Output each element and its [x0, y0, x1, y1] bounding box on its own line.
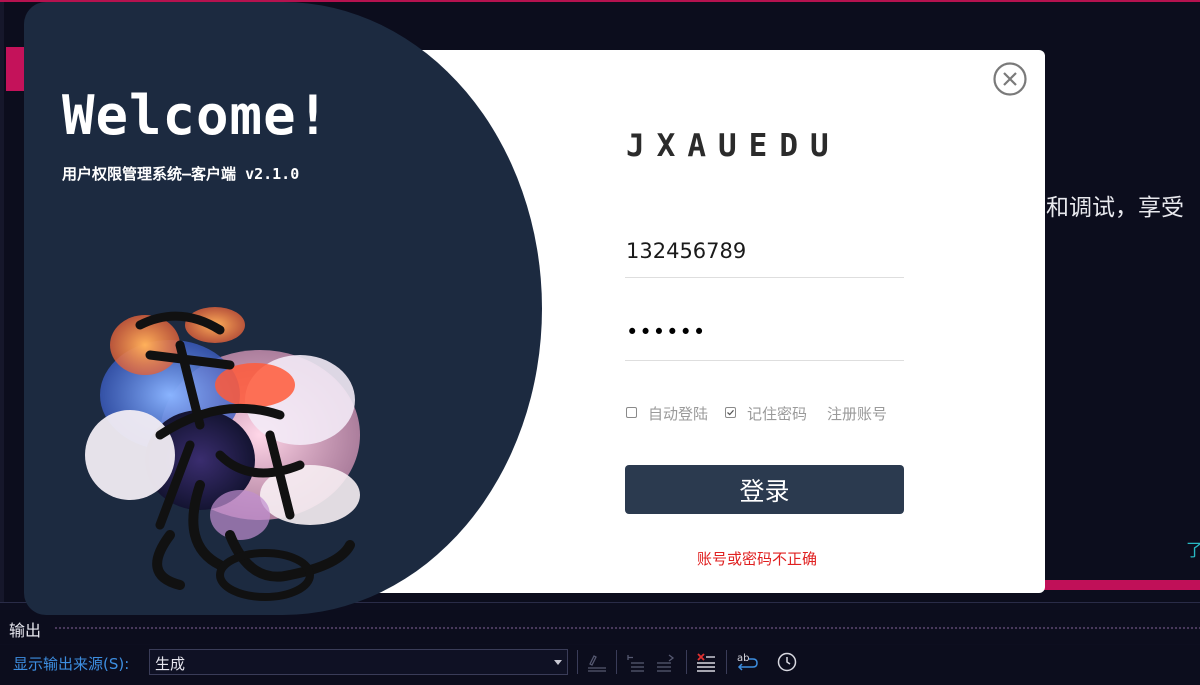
check-icon — [727, 409, 734, 416]
output-panel-title: 输出 — [9, 621, 42, 640]
previous-message-icon[interactable] — [624, 650, 648, 674]
next-message-icon[interactable] — [653, 650, 677, 674]
password-field[interactable]: •••••• — [626, 320, 902, 352]
svg-text:ab: ab — [737, 653, 749, 664]
output-panel-grip[interactable] — [54, 626, 1200, 630]
find-in-output-icon[interactable] — [585, 650, 609, 674]
brand-title: JXAUEDU — [626, 128, 841, 164]
timestamp-icon[interactable] — [775, 650, 799, 674]
toolbar-separator — [686, 650, 687, 674]
login-button[interactable]: 登录 — [625, 465, 904, 514]
remember-password-label[interactable]: 记住密码 — [747, 403, 807, 424]
clear-all-icon[interactable] — [694, 650, 718, 674]
remember-password-checkbox[interactable] — [725, 407, 736, 418]
toolbar-separator — [577, 650, 578, 674]
ide-welcome-text: 和调试，享受 — [1046, 195, 1184, 221]
app-subtitle: 用户权限管理系统—客户端 v2.1.0 — [62, 165, 300, 183]
output-source-label: 显示输出来源(S): — [13, 655, 130, 673]
ide-accent-bar — [1040, 580, 1200, 590]
auto-login-label[interactable]: 自动登陆 — [648, 403, 708, 424]
toolbar-separator — [726, 650, 727, 674]
toolbar-separator — [616, 650, 617, 674]
username-field[interactable] — [626, 236, 902, 266]
auto-login-checkbox[interactable] — [626, 407, 637, 418]
word-wrap-icon[interactable]: ab — [735, 650, 759, 674]
welcome-title: Welcome! — [62, 84, 331, 147]
ide-link[interactable]: 了 — [1186, 536, 1200, 561]
dream-calligraphy-artwork — [85, 307, 360, 601]
username-underline — [625, 277, 904, 278]
register-link[interactable]: 注册账号 — [827, 403, 887, 424]
output-source-value: 生成 — [155, 655, 186, 673]
close-icon — [993, 62, 1027, 96]
chevron-down-icon — [554, 660, 562, 665]
close-button[interactable] — [993, 62, 1027, 96]
password-underline — [625, 360, 904, 361]
ide-left-edge — [0, 2, 4, 602]
login-error-message: 账号或密码不正确 — [697, 550, 818, 568]
output-source-select[interactable]: 生成 — [149, 649, 568, 675]
